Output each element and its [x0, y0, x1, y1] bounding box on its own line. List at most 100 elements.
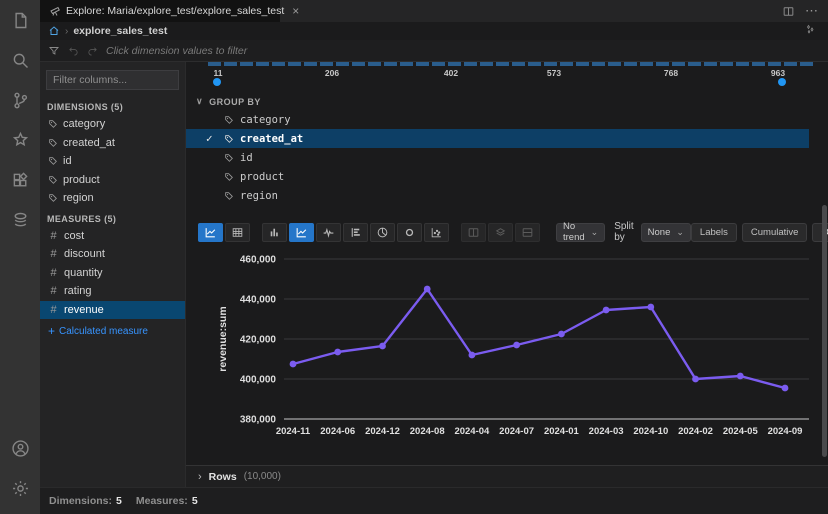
group-by-item-id[interactable]: id: [186, 148, 809, 167]
dimensions-list: categorycreated_atid product region: [40, 115, 185, 208]
svg-text:revenue:sum: revenue:sum: [217, 306, 229, 371]
activity-bar: [0, 0, 40, 514]
status-bar: Dimensions: 5 Measures: 5: [40, 487, 828, 514]
tag-icon: [224, 153, 234, 163]
tab-explore-sales-test[interactable]: Explore: Maria/explore_test/explore_sale…: [40, 0, 280, 22]
breadcrumb-item[interactable]: explore_sales_test: [73, 25, 167, 37]
sidebar-item-category[interactable]: category: [40, 115, 185, 134]
view-mode-group: [198, 223, 250, 242]
sidebar-item-rating[interactable]: #rating: [40, 282, 185, 301]
extensions-icon[interactable]: [0, 160, 40, 200]
group-by-item-category[interactable]: category: [186, 110, 809, 129]
group-by-list: category ✓created_atidproductregion: [186, 110, 809, 205]
add-calculated-measure-button[interactable]: + Calculated measure: [40, 324, 185, 338]
filter-columns-input[interactable]: [46, 70, 179, 90]
table-view-button[interactable]: [225, 223, 250, 242]
range-slider-handle-max[interactable]: [778, 78, 786, 86]
trend-select[interactable]: No trend ⌄: [556, 223, 605, 242]
field-label: region: [63, 192, 94, 204]
fields-sidebar: DIMENSIONS (5) categorycreated_atidprodu…: [40, 62, 185, 487]
split-vertical-button[interactable]: [461, 223, 486, 242]
home-icon[interactable]: [48, 25, 60, 37]
hash-icon: #: [48, 230, 59, 242]
revenue-line-chart: 380,000400,000420,000440,000460,000reven…: [186, 242, 828, 447]
measures-list: #cost#discount#quantity#rating#revenue: [40, 227, 185, 320]
range-slider-handle-min[interactable]: [213, 78, 221, 86]
field-label: product: [63, 174, 100, 186]
donut-chart-button[interactable]: [397, 223, 422, 242]
settings-gear-icon[interactable]: [0, 468, 40, 508]
breadcrumb: › explore_sales_test: [40, 22, 828, 40]
calculated-measure-label: Calculated measure: [59, 326, 148, 337]
svg-text:380,000: 380,000: [240, 415, 277, 426]
plus-icon: +: [48, 324, 55, 338]
telescope-icon: [49, 5, 61, 17]
split-editor-icon[interactable]: [782, 5, 795, 18]
sidebar-item-id[interactable]: id: [40, 152, 185, 171]
account-icon[interactable]: [0, 428, 40, 468]
sidebar-item-product[interactable]: product: [40, 171, 185, 190]
tag-icon: [48, 156, 58, 166]
tab-strip: Explore: Maria/explore_test/explore_sale…: [40, 0, 828, 22]
field-label: cost: [64, 230, 84, 242]
line-chart-button[interactable]: [289, 223, 314, 242]
hash-icon: #: [48, 267, 59, 279]
close-icon[interactable]: ×: [292, 5, 299, 17]
refine-sparkle-icon[interactable]: [804, 22, 828, 40]
svg-text:2024-03: 2024-03: [589, 426, 624, 437]
source-control-icon[interactable]: [0, 80, 40, 120]
explorer-icon[interactable]: [0, 0, 40, 40]
vertical-scrollbar[interactable]: [822, 205, 827, 457]
tag-icon: [48, 193, 58, 203]
tag-icon: [224, 172, 234, 182]
group-by-item-product[interactable]: product: [186, 167, 809, 186]
search-icon[interactable]: [0, 40, 40, 80]
labels-toggle-button[interactable]: Labels: [691, 223, 737, 242]
sidebar-item-created_at[interactable]: created_at: [40, 134, 185, 153]
rows-section-header[interactable]: › Rows (10,000): [186, 465, 828, 487]
chevron-down-icon: ⌄: [591, 227, 599, 238]
pulse-chart-button[interactable]: [316, 223, 341, 242]
svg-text:2024-10: 2024-10: [633, 426, 668, 437]
group-by-item-region[interactable]: region: [186, 186, 809, 205]
extension-star-icon[interactable]: [0, 120, 40, 160]
field-label: revenue: [64, 304, 104, 316]
group-by-section-header[interactable]: ∨ GROUP BY: [196, 96, 261, 107]
database-icon[interactable]: [0, 200, 40, 240]
filter-funnel-icon[interactable]: [48, 45, 60, 57]
chart-view-button[interactable]: [198, 223, 223, 242]
group-by-item-label: created_at: [240, 133, 303, 145]
more-actions-icon[interactable]: ⋯: [805, 8, 818, 13]
split-layout-group: [461, 223, 540, 242]
undo-icon[interactable]: [68, 45, 79, 56]
stack-layers-button[interactable]: [488, 223, 513, 242]
split-by-select[interactable]: None ⌄: [641, 223, 691, 242]
filter-bar: Click dimension values to filter: [40, 40, 828, 62]
measures-count-value: 5: [192, 495, 198, 507]
sidebar-item-revenue[interactable]: #revenue: [40, 301, 185, 320]
group-by-item-created_at[interactable]: ✓created_at: [186, 129, 809, 148]
slider-tick-label: 963: [760, 68, 796, 78]
pie-chart-button[interactable]: [370, 223, 395, 242]
slider-tick-label: 402: [433, 68, 469, 78]
tag-icon: [48, 119, 58, 129]
measures-count-label: Measures:: [136, 495, 188, 507]
sidebar-item-region[interactable]: region: [40, 189, 185, 208]
column-chart-button[interactable]: [262, 223, 287, 242]
sidebar-item-quantity[interactable]: # quantity: [40, 264, 185, 283]
sidebar-item-discount[interactable]: #discount: [40, 245, 185, 264]
hash-icon: #: [48, 248, 59, 260]
field-label: quantity: [64, 267, 103, 279]
scatter-chart-button[interactable]: [424, 223, 449, 242]
svg-text:2024-08: 2024-08: [410, 426, 445, 437]
redo-icon[interactable]: [87, 45, 98, 56]
breadcrumb-separator: ›: [65, 26, 68, 37]
svg-text:2024-12: 2024-12: [365, 426, 400, 437]
filter-hint-text[interactable]: Click dimension values to filter: [106, 45, 247, 57]
group-by-item-label: category: [240, 114, 291, 126]
status-measures: Measures: 5: [136, 495, 198, 507]
bar-chart-button[interactable]: [343, 223, 368, 242]
sidebar-item-cost[interactable]: # cost: [40, 227, 185, 246]
cumulative-toggle-button[interactable]: Cumulative: [742, 223, 808, 242]
split-horizontal-button[interactable]: [515, 223, 540, 242]
